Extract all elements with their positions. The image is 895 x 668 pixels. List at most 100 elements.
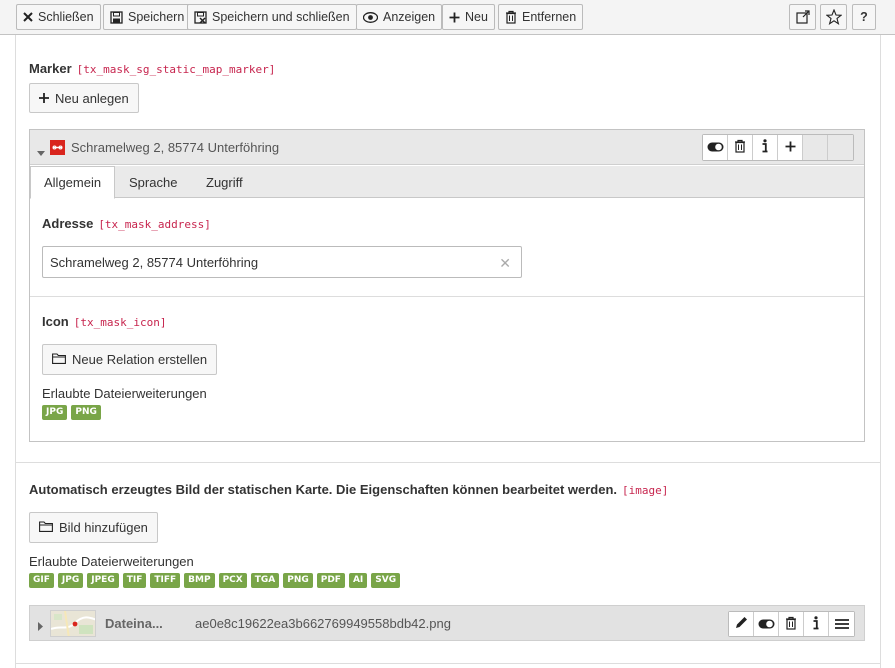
toggle-visibility-button[interactable]	[703, 135, 728, 160]
delete-record-button[interactable]	[728, 135, 753, 160]
extension-badge: TIF	[122, 573, 147, 588]
edit-file-button[interactable]	[729, 612, 754, 636]
eye-icon	[363, 11, 378, 23]
close-icon	[23, 12, 33, 22]
extension-badge: PNG	[71, 405, 101, 420]
file-label: Dateina...	[105, 616, 163, 631]
divider	[16, 462, 880, 463]
tab-label: Zugriff	[206, 174, 243, 190]
view-button[interactable]: Anzeigen	[356, 4, 443, 30]
record-title[interactable]: Schramelweg 2, 85774 Unterföhring	[71, 140, 279, 155]
tab-allgemein[interactable]: Allgemein	[30, 166, 116, 199]
extension-badge: PDF	[316, 573, 345, 588]
extension-badge: JPG	[42, 405, 68, 420]
help-button[interactable]: ?	[852, 4, 876, 30]
save-button-label: Speichern	[128, 10, 185, 24]
file-name: ae0e8c19622ea3b662769949558bdb42.png	[195, 616, 451, 631]
extension-badge: GIF	[29, 573, 54, 588]
extension-badge: JPG	[57, 573, 84, 588]
new-button[interactable]: Neu	[442, 4, 495, 30]
divider	[30, 296, 864, 297]
add-record-after-button[interactable]	[778, 135, 803, 160]
divider	[16, 663, 880, 664]
file-reference-row[interactable]: Dateina... ae0e8c19622ea3b662769949558bd…	[29, 605, 865, 641]
save-button[interactable]: Speichern	[103, 4, 192, 30]
collapse-caret-icon[interactable]	[37, 145, 45, 160]
image-label-text: Automatisch erzeugtes Bild der statische…	[29, 482, 618, 497]
trash-icon	[505, 10, 517, 24]
close-button-label: Schließen	[38, 10, 94, 24]
image-field-key: [image]	[622, 484, 669, 497]
toggle-icon	[758, 617, 775, 632]
save-close-button[interactable]: Speichern und schließen	[187, 4, 357, 30]
create-marker-button[interactable]: Neu anlegen	[29, 83, 139, 113]
address-input-value: Schramelweg 2, 85774 Unterföhring	[50, 254, 259, 270]
drag-handle[interactable]	[829, 612, 854, 636]
toggle-visibility-button[interactable]	[754, 612, 779, 636]
create-marker-label: Neu anlegen	[55, 90, 129, 106]
allowed-extensions-label: Erlaubte Dateierweiterungen	[29, 554, 194, 569]
new-button-label: Neu	[465, 10, 488, 24]
extension-badge: AI	[348, 573, 368, 588]
trash-icon	[785, 616, 797, 633]
add-image-button[interactable]: Bild hinzufügen	[29, 512, 158, 543]
marker-label-text: Marker	[29, 61, 72, 76]
toggle-icon	[707, 140, 724, 155]
info-icon	[813, 615, 819, 633]
external-link-icon	[795, 10, 810, 24]
address-field-key: [tx_mask_address]	[98, 218, 211, 231]
clear-icon[interactable]: ✕	[499, 255, 511, 272]
folder-icon	[39, 520, 53, 535]
file-controls	[728, 611, 855, 637]
save-icon	[110, 10, 123, 24]
extension-badge: TIFF	[150, 573, 181, 588]
pencil-icon	[735, 616, 748, 632]
create-relation-label: Neue Relation erstellen	[72, 352, 208, 367]
trash-icon	[734, 139, 746, 156]
icon-field-key: [tx_mask_icon]	[73, 316, 167, 329]
image-field-label: Automatisch erzeugtes Bild der statische…	[29, 482, 668, 497]
close-button[interactable]: Schließen	[16, 4, 101, 30]
doc-header-toolbar: Schließen Speichern Speichern und schlie…	[0, 0, 895, 35]
delete-button-label: Entfernen	[522, 10, 577, 24]
move-down-button[interactable]	[828, 135, 853, 160]
tab-sprache[interactable]: Sprache	[116, 166, 190, 198]
record-header[interactable]: Schramelweg 2, 85774 Unterföhring	[30, 130, 864, 165]
extension-badge: JPEG	[87, 573, 119, 588]
file-info-button[interactable]	[804, 612, 829, 636]
view-button-label: Anzeigen	[383, 10, 436, 24]
tab-zugriff[interactable]: Zugriff	[193, 166, 256, 198]
extension-badge: PNG	[283, 573, 313, 588]
plus-icon	[39, 91, 49, 106]
record-type-icon	[50, 140, 65, 158]
delete-button[interactable]: Entfernen	[498, 4, 584, 30]
record-tabs: Allgemein Sprache Zugriff	[30, 166, 864, 199]
inline-record: Schramelweg 2, 85774 Unterföhring Allgem…	[29, 129, 865, 442]
tab-label: Sprache	[129, 174, 178, 190]
expand-caret-icon[interactable]	[38, 619, 44, 634]
record-controls	[702, 134, 854, 161]
move-up-button[interactable]	[803, 135, 828, 160]
marker-field-label: Marker [tx_mask_sg_static_map_marker]	[29, 61, 275, 76]
plus-icon	[785, 140, 796, 155]
image-extension-badges: GIF JPG JPEG TIF TIFF BMP PCX TGA PNG PD…	[29, 573, 401, 588]
folder-icon	[52, 352, 66, 367]
add-image-label: Bild hinzufügen	[59, 520, 148, 535]
address-field-label: Adresse [tx_mask_address]	[42, 216, 211, 231]
allowed-extensions-label: Erlaubte Dateierweiterungen	[42, 386, 207, 401]
create-relation-button[interactable]: Neue Relation erstellen	[42, 344, 218, 375]
address-input[interactable]: Schramelweg 2, 85774 Unterföhring ✕	[42, 246, 522, 278]
open-new-window-button[interactable]	[789, 4, 816, 30]
plus-icon	[449, 12, 460, 23]
tab-label: Allgemein	[44, 175, 102, 190]
main-content: Marker [tx_mask_sg_static_map_marker] Neu…	[15, 35, 881, 668]
map-thumbnail	[50, 610, 96, 637]
record-info-button[interactable]	[753, 135, 778, 160]
help-button-label: ?	[860, 10, 868, 24]
info-icon	[762, 139, 768, 156]
delete-file-button[interactable]	[779, 612, 804, 636]
bookmark-button[interactable]	[820, 4, 847, 30]
extension-badge: PCX	[218, 573, 247, 588]
extension-badge: SVG	[371, 573, 401, 588]
marker-field-key: [tx_mask_sg_static_map_marker]	[76, 63, 276, 76]
